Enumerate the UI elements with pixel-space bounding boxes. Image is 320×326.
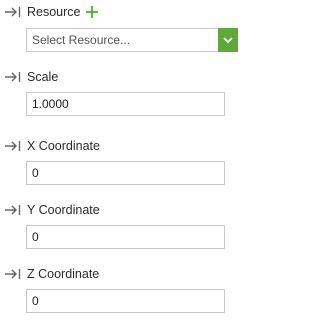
x-coordinate-input[interactable] <box>27 162 224 184</box>
arrow-into-bar-icon <box>4 5 23 19</box>
z-coordinate-row-header: Z Coordinate <box>4 265 99 283</box>
y-coordinate-field-box <box>26 225 225 249</box>
properties-panel: Resource Select Resource... Scale 1.0000… <box>0 0 246 326</box>
z-coordinate-field-box <box>26 289 225 313</box>
arrow-into-bar-icon <box>4 203 23 217</box>
add-resource-plus-icon[interactable] <box>85 5 99 19</box>
resource-select[interactable]: Select Resource... <box>26 28 238 52</box>
scale-input[interactable] <box>27 93 224 115</box>
x-coordinate-label: X Coordinate <box>27 139 100 153</box>
resource-dropdown-button[interactable] <box>218 28 238 52</box>
resource-row-header: Resource <box>4 3 99 21</box>
arrow-into-bar-icon <box>4 267 23 281</box>
z-coordinate-label: Z Coordinate <box>27 267 100 281</box>
x-coordinate-field-box <box>26 161 225 185</box>
scale-label: Scale <box>27 70 59 84</box>
resource-select-value: Select Resource... <box>32 33 131 47</box>
arrow-into-bar-icon <box>4 139 23 153</box>
resource-label: Resource <box>27 5 81 19</box>
y-coordinate-row-header: Y Coordinate <box>4 201 100 219</box>
scale-row-header: Scale <box>4 68 58 86</box>
z-coordinate-input[interactable] <box>27 290 224 312</box>
y-coordinate-label: Y Coordinate <box>27 203 100 217</box>
x-coordinate-row-header: X Coordinate <box>4 137 100 155</box>
arrow-into-bar-icon <box>4 70 23 84</box>
y-coordinate-input[interactable] <box>27 226 224 248</box>
scale-field-box <box>26 92 225 116</box>
chevron-down-icon <box>223 36 233 44</box>
